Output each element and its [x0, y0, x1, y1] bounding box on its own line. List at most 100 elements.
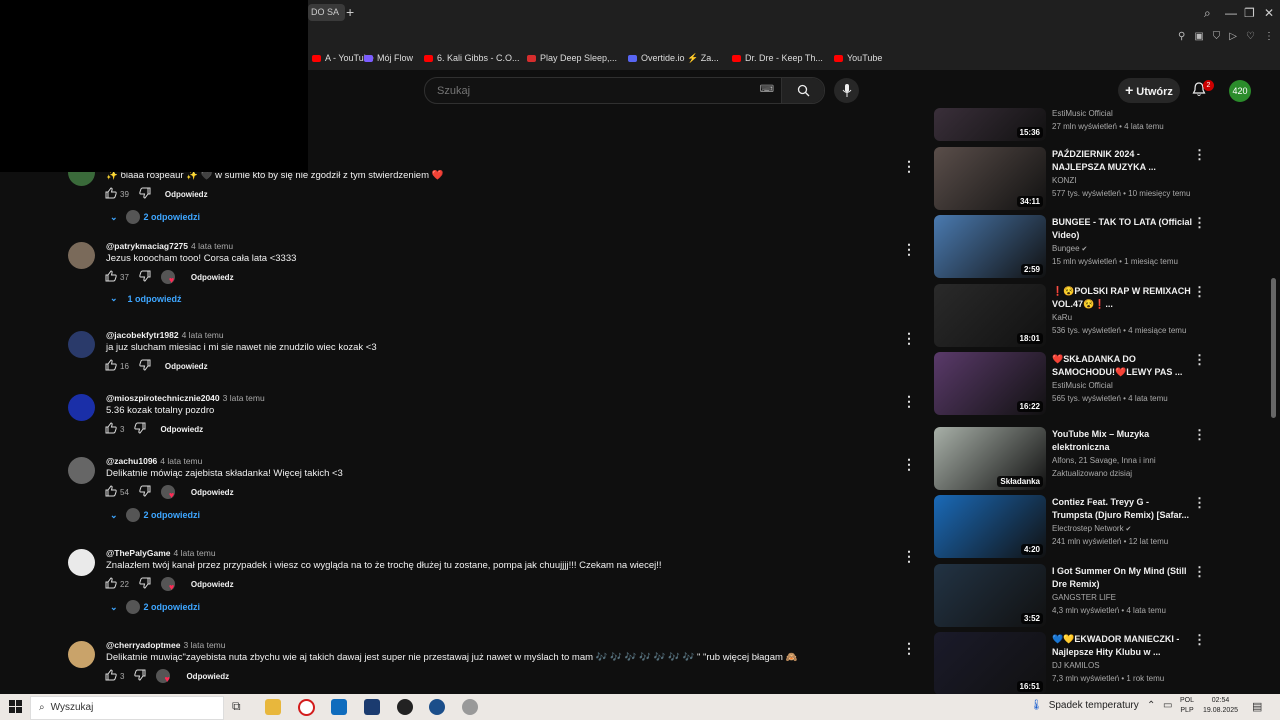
video-title[interactable]: 💙💛EKWADOR MANIECZKI - Najlepsze Hity Klu… [1052, 633, 1192, 659]
comment-avatar[interactable] [68, 394, 95, 421]
like-button[interactable] [105, 359, 117, 373]
channel-name[interactable]: DJ KAMILOS [1052, 661, 1100, 670]
app-icon[interactable] [364, 699, 380, 715]
chevron-up-icon[interactable]: ⌃ [1147, 700, 1155, 711]
comment-timestamp[interactable]: 4 lata temu [174, 548, 216, 558]
video-menu-icon[interactable]: ⋮ [1193, 285, 1206, 298]
comment-menu-icon[interactable]: ⋮ [902, 394, 916, 408]
reply-button[interactable]: Odpowiedz [160, 425, 203, 434]
comment-author[interactable]: @mioszpirotechnicznie2040 3 lata temu [106, 393, 265, 403]
channel-name[interactable]: Bungee [1052, 244, 1080, 253]
bookmark-item[interactable]: YouTube [834, 53, 882, 63]
view-replies-button[interactable]: ⌄ 2 odpowiedzi [110, 600, 200, 614]
comment-author[interactable]: @jacobekfytr1982 4 lata temu [106, 330, 224, 340]
video-channel[interactable]: EstiMusic Official [1052, 108, 1113, 120]
video-menu-icon[interactable]: ⋮ [1193, 353, 1206, 366]
search-button[interactable] [781, 78, 824, 103]
video-channel[interactable]: KONZI [1052, 175, 1076, 187]
comment-menu-icon[interactable]: ⋮ [902, 641, 916, 655]
comment-timestamp[interactable]: 4 lata temu [191, 241, 233, 251]
pin-icon[interactable]: ⚲ [1178, 31, 1185, 42]
bookmark-item[interactable]: Overtide.io ⚡ Za... [628, 53, 719, 64]
video-title[interactable]: ❗😵POLSKI RAP W REMIXACH VOL.47😵❗... [1052, 285, 1192, 311]
video-title[interactable]: PAŹDZIERNIK 2024 - NAJLEPSZA MUZYKA ... [1052, 148, 1192, 174]
heart-icon[interactable]: ♡ [1246, 31, 1255, 42]
search-box[interactable]: ⌨ [424, 77, 825, 104]
video-channel[interactable]: KaRu [1052, 312, 1072, 324]
bookmark-item[interactable]: Dr. Dre - Keep Th... [732, 53, 823, 63]
dislike-button[interactable] [139, 485, 151, 499]
comment-author-name[interactable]: @cherryadoptmee [106, 640, 180, 650]
reply-button[interactable]: Odpowiedz [191, 273, 234, 282]
view-replies-button[interactable]: ⌄ 2 odpowiedzi [110, 508, 200, 522]
video-thumbnail[interactable]: 3:52 [934, 564, 1046, 627]
channel-name[interactable]: GANGSTER LIFE [1052, 593, 1116, 602]
comment-author-name[interactable]: @jacobekfytr1982 [106, 330, 179, 340]
reply-button[interactable]: Odpowiedz [165, 190, 208, 199]
new-tab-button[interactable]: + [346, 5, 354, 19]
like-button[interactable] [105, 577, 117, 591]
minimize-icon[interactable]: — [1225, 6, 1237, 20]
comment-author[interactable]: @ThePalyGame 4 lata temu [106, 548, 216, 558]
scrollbar[interactable] [1271, 278, 1276, 418]
comment-author[interactable]: @patrykmaciag7275 4 lata temu [106, 241, 233, 251]
comment-avatar[interactable] [68, 242, 95, 269]
channel-name[interactable]: KaRu [1052, 313, 1072, 322]
video-thumbnail[interactable]: 34:11 [934, 147, 1046, 210]
channel-name[interactable]: EstiMusic Official [1052, 109, 1113, 118]
play-icon[interactable]: ▷ [1229, 31, 1237, 42]
comment-menu-icon[interactable]: ⋮ [902, 549, 916, 563]
comment-timestamp[interactable]: 4 lata temu [160, 456, 202, 466]
account-avatar[interactable]: 420 [1229, 80, 1251, 102]
dislike-button[interactable] [139, 187, 151, 201]
comment-avatar[interactable] [68, 549, 95, 576]
reply-button[interactable]: Odpowiedz [165, 362, 208, 371]
video-menu-icon[interactable]: ⋮ [1193, 148, 1206, 161]
dislike-button[interactable] [134, 669, 146, 683]
like-button[interactable] [105, 669, 117, 683]
view-replies-button[interactable]: ⌄ 2 odpowiedzi [110, 210, 200, 224]
comment-timestamp[interactable]: 3 lata temu [183, 640, 225, 650]
video-title[interactable]: ❤️SKŁADANKA DO SAMOCHODU!❤️LEWY PAS ... [1052, 353, 1192, 379]
video-channel[interactable]: DJ KAMILOS [1052, 660, 1100, 672]
video-thumbnail[interactable]: 16:51 [934, 632, 1046, 695]
comment-author-name[interactable]: @mioszpirotechnicznie2040 [106, 393, 220, 403]
like-button[interactable] [105, 422, 117, 436]
comment-avatar[interactable] [68, 641, 95, 668]
video-thumbnail[interactable]: Składanka [934, 427, 1046, 490]
video-menu-icon[interactable]: ⋮ [1193, 216, 1206, 229]
video-title[interactable]: YouTube Mix – Muzyka elektroniczna [1052, 428, 1192, 454]
video-thumbnail[interactable]: 16:22 [934, 352, 1046, 415]
video-title[interactable]: Contiez Feat. Treyy G - Trumpsta (Djuro … [1052, 496, 1192, 522]
screenshot-icon[interactable]: ▣ [1194, 31, 1203, 42]
video-channel[interactable]: GANGSTER LIFE [1052, 592, 1116, 604]
taskbar-search[interactable]: ⌕ Wyszukaj [30, 696, 224, 720]
notification-center-icon[interactable]: ▤ [1252, 700, 1262, 713]
voice-search-button[interactable] [834, 78, 859, 103]
more-icon[interactable]: ⋮ [1264, 31, 1274, 42]
comment-author-name[interactable]: @zachu1096 [106, 456, 157, 466]
clock[interactable]: 02:54 19.08.2025 [1203, 696, 1238, 716]
comment-author-name[interactable]: @patrykmaciag7275 [106, 241, 188, 251]
bookmark-item[interactable]: Mój Flow [364, 53, 413, 63]
video-thumbnail[interactable]: 18:01 [934, 284, 1046, 347]
shield-icon[interactable]: ⛉ [1213, 31, 1221, 42]
outlook-icon[interactable] [331, 699, 347, 715]
search-tabs-icon[interactable]: ⌕ [1204, 6, 1211, 21]
bookmark-item[interactable]: 6. Kali Gibbs - C.O... [424, 53, 520, 63]
view-replies-button[interactable]: ⌄ 1 odpowiedź [110, 293, 182, 304]
search-input[interactable] [435, 82, 759, 100]
video-menu-icon[interactable]: ⋮ [1193, 428, 1206, 441]
bookmark-item[interactable]: Play Deep Sleep,... [527, 53, 617, 63]
video-title[interactable]: I Got Summer On My Mind (Still Dre Remix… [1052, 565, 1192, 591]
disc-icon[interactable] [462, 699, 478, 715]
comment-author[interactable]: @zachu1096 4 lata temu [106, 456, 202, 466]
comment-avatar[interactable] [68, 331, 95, 358]
keyboard-icon[interactable]: ⌨ [760, 84, 774, 95]
video-menu-icon[interactable]: ⋮ [1193, 565, 1206, 578]
like-button[interactable] [105, 485, 117, 499]
dislike-button[interactable] [139, 270, 151, 284]
restore-icon[interactable]: ❐ [1244, 6, 1255, 20]
file-explorer-icon[interactable] [265, 699, 281, 715]
comment-author[interactable]: @cherryadoptmee 3 lata temu [106, 640, 226, 650]
